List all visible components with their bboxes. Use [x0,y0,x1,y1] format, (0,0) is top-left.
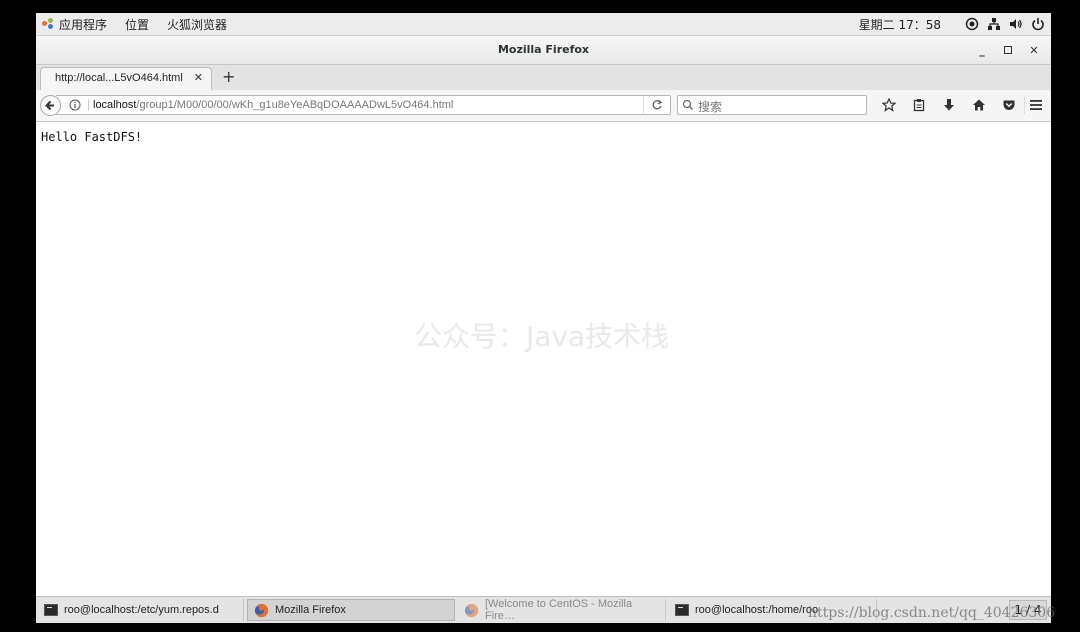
url-text[interactable]: localhost/group1/M00/00/00/wKh_g1u8eYeAB… [88,99,453,111]
terminal-icon [675,604,689,616]
download-arrow-icon [944,99,954,111]
close-window-button[interactable]: ✕ [1021,42,1047,58]
desktop-screen: 应用程序 位置 火狐浏览器 星期二 17：58 Mozilla Firefox … [36,13,1051,623]
applications-label: 应用程序 [59,17,108,32]
close-icon: ✕ [1029,43,1039,57]
network-icon[interactable] [987,17,1001,31]
minimize-button[interactable]: _ [969,42,995,58]
url-host: localhost [93,99,137,111]
minimize-icon: _ [979,43,985,57]
reload-button[interactable] [643,96,670,114]
page-content: Hello FastDFS! 公众号：Java技术栈 [36,122,1051,596]
downloads-button[interactable] [934,96,964,114]
places-menu[interactable]: 位置 [125,16,149,33]
applications-menu[interactable]: 应用程序 [42,16,125,33]
reload-icon [652,100,663,110]
back-button[interactable] [40,95,61,116]
search-icon [682,99,693,110]
taskbar-item-label: [Welcome to CentOS - Mozilla Fire… [484,598,633,622]
navigation-toolbar: localhost/group1/M00/00/00/wKh_g1u8eYeAB… [36,90,1051,122]
applications-icon [42,18,54,30]
firefox-icon [464,603,479,617]
clipboard-icon [913,99,925,112]
accessibility-icon[interactable] [965,17,979,31]
site-info-icon[interactable] [69,99,81,111]
terminal-icon [44,604,58,616]
search-placeholder: 搜索 [698,100,723,114]
firefox-icon [254,603,269,617]
tab-title: http://local...L5vO464.html [55,72,183,84]
taskbar-item-terminal-yum[interactable]: roo@localhost:/etc/yum.repos.d [38,599,244,621]
home-icon [973,99,985,111]
maximize-icon [1004,46,1012,54]
window-title: Mozilla Firefox [497,43,590,56]
hamburger-menu-icon [1030,100,1042,110]
active-app-menu[interactable]: 火狐浏览器 [167,16,227,33]
bookmarks-menu-button[interactable] [904,96,934,114]
back-arrow-icon [45,100,54,111]
taskbar-item-label: roo@localhost:/etc/yum.repos.d [64,604,219,616]
pocket-icon [1003,100,1015,110]
pocket-button[interactable] [994,96,1024,114]
taskbar-item-label: Mozilla Firefox [275,604,346,616]
tab-strip: http://local...L5vO464.html ✕ + [36,65,1051,91]
new-tab-button[interactable]: + [222,67,235,86]
home-button[interactable] [964,96,994,114]
window-title-bar[interactable]: Mozilla Firefox _ ✕ [36,36,1051,65]
tab-active[interactable]: http://local...L5vO464.html ✕ [40,67,212,90]
page-text: Hello FastDFS! [41,130,143,144]
search-bar[interactable]: 搜索 [677,95,867,115]
maximize-button[interactable] [995,42,1021,58]
star-icon [882,98,896,112]
taskbar-item-label: roo@localhost:/home/roo [695,604,819,616]
taskbar-item-firefox[interactable]: Mozilla Firefox [247,599,455,621]
open-menu-button[interactable] [1024,96,1047,114]
clock[interactable]: 星期二 17：58 [859,16,941,33]
url-path: /group1/M00/00/00/wKh_g1u8eYeABqDOAAAADw… [136,99,454,111]
taskbar-item-firefox-welcome[interactable]: [Welcome to CentOS - Mozilla Fire… [458,598,666,622]
bookmark-star-button[interactable] [874,96,904,114]
gnome-top-bar: 应用程序 位置 火狐浏览器 星期二 17：58 [36,13,1051,36]
url-bar[interactable]: localhost/group1/M00/00/00/wKh_g1u8eYeAB… [56,95,671,115]
power-icon[interactable] [1031,17,1045,31]
tab-close-icon[interactable]: ✕ [194,71,203,84]
watermark-text: 公众号：Java技术栈 [414,320,670,353]
volume-icon[interactable] [1009,17,1023,31]
overlay-watermark: https://blog.csdn.net/qq_40426306 [808,605,1056,621]
